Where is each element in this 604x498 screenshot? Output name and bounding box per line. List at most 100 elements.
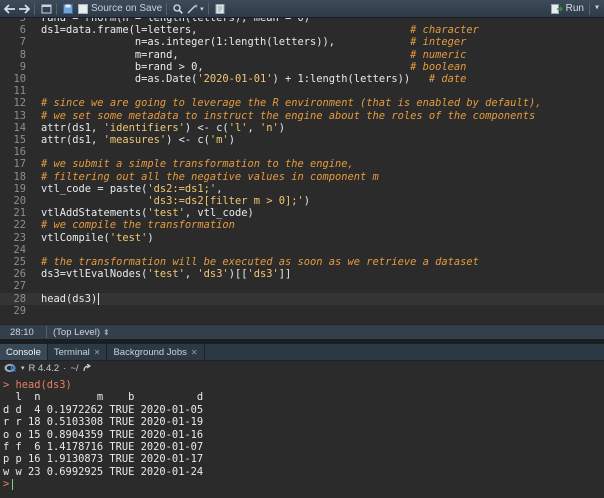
code-text: b=rand > 0, # boolean (41, 60, 467, 73)
toolbar-separator (589, 3, 590, 15)
code-line[interactable]: 10 d=as.Date('2020-01-01') + 1:length(le… (0, 73, 604, 85)
code-string: 'test' (147, 268, 185, 281)
code-line[interactable]: 13 # we set some metadata to instruct the… (0, 110, 604, 122)
code-text: n=as.integer(1:length(letters)), # integ… (41, 36, 467, 49)
cursor-position: 28:10 (10, 326, 34, 338)
code-token: , (184, 268, 198, 281)
code-token: ]] (278, 268, 292, 281)
code-string: 'test' (109, 231, 148, 244)
toolbar-separator (56, 2, 57, 15)
code-line[interactable]: 11 (0, 85, 604, 97)
code-text: head(ds3) (41, 292, 100, 305)
code-text: # we compile the transformation (41, 219, 235, 231)
line-number: 22 (13, 219, 26, 232)
code-string: '2020-01-01' (197, 73, 273, 85)
code-line[interactable]: 12 # since we are going to leverage the R… (0, 97, 604, 109)
tab-terminal[interactable]: Terminal ✕ (48, 344, 108, 360)
line-number: 18 (13, 170, 26, 183)
save-button[interactable] (63, 2, 73, 16)
code-line[interactable]: 23 vtlCompile('test') (0, 232, 604, 244)
code-string: 'l' (228, 121, 248, 134)
source-on-save-checkbox[interactable]: Source on Save (78, 2, 162, 16)
code-text: d=as.Date('2020-01-01') + 1:length(lette… (41, 73, 467, 85)
tab-console[interactable]: Console (0, 344, 48, 360)
code-token: ) (278, 121, 286, 134)
code-line[interactable]: 29 (0, 305, 604, 317)
code-comment: # boolean (410, 60, 467, 73)
code-token: , vtl_code) (184, 207, 254, 220)
back-button[interactable] (4, 2, 16, 16)
line-number: 14 (13, 121, 26, 134)
popout-icon (41, 4, 52, 13)
code-comment: # we submit a simple transformation to t… (41, 158, 354, 171)
forward-button[interactable] (18, 2, 30, 16)
code-text: attr(ds1, 'identifiers') <- c('l', 'n') (41, 122, 285, 134)
code-line[interactable]: 19 vtl_code = paste('ds2:=ds1;', (0, 183, 604, 195)
close-icon[interactable]: ✕ (191, 348, 198, 357)
code-editor[interactable]: 5 rand = rnorm(n = length(letters), mean … (0, 18, 604, 324)
code-token: ) (303, 195, 311, 207)
code-line[interactable]: 17 # we submit a simple transformation to… (0, 158, 604, 170)
compile-report-button[interactable] (215, 2, 225, 16)
code-line[interactable]: 27 (0, 280, 604, 292)
line-number: 15 (13, 134, 26, 146)
code-token: ) <- c( (184, 121, 229, 134)
line-number: 17 (13, 158, 26, 171)
code-token: )[[ (228, 268, 248, 281)
code-text: ds3=vtlEvalNodes('test', 'ds3')[['ds3']] (41, 268, 291, 280)
code-line[interactable]: 20 'ds3:=ds2[filter m > 0];') (0, 195, 604, 207)
code-text: vtlCompile('test') (41, 232, 154, 244)
run-button[interactable]: Run (550, 2, 584, 15)
goto-directory-icon[interactable] (82, 364, 92, 372)
code-token: , (247, 121, 260, 134)
console-output[interactable]: > head(ds3) l n m b d d d 4 0.1972262 TR… (0, 377, 604, 498)
code-string: 'n' (259, 121, 279, 134)
code-string: 'ds2:=ds1;' (147, 182, 217, 195)
run-options-button[interactable]: ▾ (594, 2, 600, 13)
code-comment: # filtering out all the negative values … (41, 170, 379, 183)
code-comment: # integer (410, 36, 467, 49)
code-line[interactable]: 21 vtlAddStatements('test', vtl_code) (0, 207, 604, 219)
tab-background-jobs[interactable]: Background Jobs ✕ (107, 344, 205, 360)
code-line[interactable]: 26 ds3=vtlEvalNodes('test', 'ds3')[['ds3'… (0, 268, 604, 280)
line-number: 21 (13, 207, 26, 220)
code-line[interactable]: 7 n=as.integer(1:length(letters)), # int… (0, 36, 604, 48)
code-comment: # numeric (410, 48, 467, 61)
code-line[interactable]: 15 attr(ds1, 'measures') <- c('m') (0, 134, 604, 146)
find-button[interactable] (173, 2, 184, 16)
code-token: ) <- c( (166, 134, 210, 146)
code-line[interactable]: 25 # the transformation will be executed … (0, 256, 604, 268)
code-line[interactable]: 6 ds1=data.frame(l=letters, # character (0, 24, 604, 36)
code-line[interactable]: 8 m=rand, # numeric (0, 49, 604, 61)
r-logo-icon: R (4, 363, 17, 373)
code-line[interactable]: 22 # we compile the transformation (0, 219, 604, 231)
console-prompt[interactable]: > (3, 478, 14, 490)
code-line[interactable]: 14 attr(ds1, 'identifiers') <- c('l', 'n'… (0, 122, 604, 134)
code-token: b=rand > 0, (41, 60, 411, 73)
scope-selector[interactable]: (Top Level) ⬍ (53, 327, 110, 338)
line-number: 20 (13, 195, 26, 207)
code-line[interactable]: 24 (0, 244, 604, 256)
code-token: ) (147, 231, 154, 244)
table-row: f f 6 1.4178716 TRUE 2020-01-07 (3, 441, 204, 453)
code-token: d=as.Date( (41, 73, 198, 85)
chevron-down-icon[interactable]: ▾ (21, 364, 25, 372)
working-directory[interactable]: ~/ (70, 363, 78, 374)
code-tools-button[interactable]: ▾ (187, 2, 204, 16)
line-number: 12 (13, 97, 26, 110)
line-number: 7 (19, 36, 26, 49)
code-comment: # we compile the transformation (41, 219, 235, 232)
scope-label: (Top Level) (53, 326, 100, 338)
save-icon (63, 3, 73, 14)
console-cursor (12, 478, 14, 490)
code-line[interactable]: 18 # filtering out all the negative value… (0, 171, 604, 183)
code-string: 'measures' (103, 134, 167, 146)
show-in-window-button[interactable] (41, 2, 52, 16)
line-number: 24 (13, 243, 26, 256)
code-line[interactable]: 9 b=rand > 0, # boolean (0, 61, 604, 73)
code-line[interactable]: 28 head(ds3) (0, 292, 604, 305)
code-line[interactable]: 16 (0, 146, 604, 158)
code-token: attr(ds1, (41, 121, 104, 134)
close-icon[interactable]: ✕ (94, 348, 101, 357)
code-string: 'test' (147, 207, 185, 220)
